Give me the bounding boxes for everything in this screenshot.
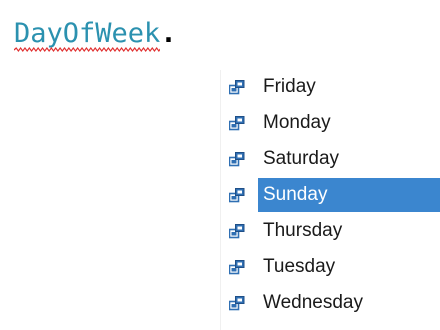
completion-item-monday[interactable]: Monday xyxy=(221,106,440,140)
completion-item-label: Saturday xyxy=(263,148,340,169)
completion-item-saturday[interactable]: Saturday xyxy=(221,142,440,176)
type-name-token[interactable]: DayOfWeek xyxy=(14,12,161,56)
completion-item-label: Thursday xyxy=(263,220,343,241)
enum-member-icon xyxy=(229,115,245,131)
completion-item-label: Tuesday xyxy=(263,256,336,277)
enum-member-icon xyxy=(229,151,245,167)
completion-item-label: Friday xyxy=(263,76,316,97)
member-access-dot: . xyxy=(160,18,177,49)
code-editor[interactable]: DayOfWeek. Friday Monday Saturday Sunday… xyxy=(0,0,440,330)
enum-member-icon xyxy=(229,223,245,239)
completion-item-label: Sunday xyxy=(258,178,440,212)
enum-member-icon xyxy=(229,259,245,275)
enum-member-icon xyxy=(229,187,245,203)
error-squiggle xyxy=(14,47,161,52)
completion-item-wednesday[interactable]: Wednesday xyxy=(221,286,440,320)
completion-item-tuesday[interactable]: Tuesday xyxy=(221,250,440,284)
enum-member-icon xyxy=(229,295,245,311)
completion-item-label: Wednesday xyxy=(263,292,363,313)
code-line[interactable]: DayOfWeek. xyxy=(14,12,177,56)
enum-member-icon xyxy=(229,79,245,95)
completion-item-friday[interactable]: Friday xyxy=(221,70,440,104)
completion-item-label: Monday xyxy=(263,112,331,133)
completion-item-sunday[interactable]: Sunday xyxy=(221,178,440,212)
completion-list[interactable]: Friday Monday Saturday Sunday Thursday T… xyxy=(220,70,440,330)
completion-item-thursday[interactable]: Thursday xyxy=(221,214,440,248)
